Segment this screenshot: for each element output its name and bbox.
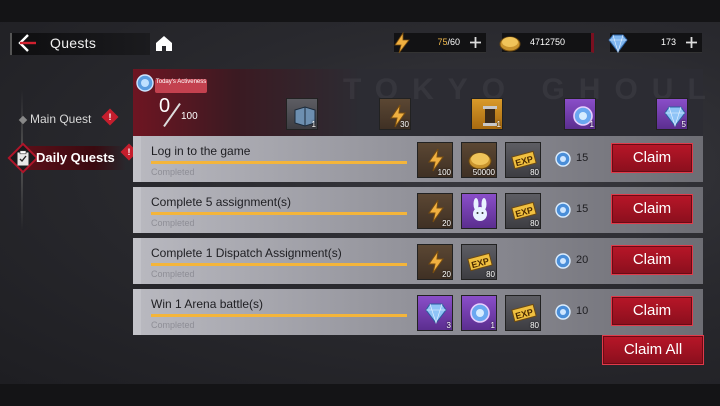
energy-current: 75 <box>437 37 448 47</box>
gem-resource: 173 <box>608 33 702 54</box>
quest-status: Completed <box>151 167 195 177</box>
claim-button[interactable]: Claim <box>611 194 693 224</box>
activeness-points: 10 <box>576 305 589 317</box>
add-gems-icon[interactable] <box>685 36 698 49</box>
sidebar-item-label: Main Quest <box>30 112 92 126</box>
quest-title: Win 1 Arena battle(s) <box>151 297 264 311</box>
sidebar-item-daily-quests[interactable]: Daily Quests ! <box>7 142 138 174</box>
quest-progress-bar <box>151 161 407 164</box>
activeness-points: 20 <box>576 254 589 266</box>
energy-max: /60 <box>447 37 460 47</box>
bottom-letterbox <box>0 384 720 406</box>
reward-item[interactable]: 50000 <box>461 142 497 178</box>
top-letterbox <box>0 0 720 22</box>
reward-item[interactable]: EXP 80 <box>505 142 541 178</box>
quest-row: Log in to the game Completed 100 50000 E… <box>133 136 703 182</box>
quest-progress-bar <box>151 314 407 317</box>
milestone-100[interactable]: 5 <box>656 98 688 130</box>
alert-badge: ! <box>101 108 119 126</box>
energy-resource: 75/60 <box>394 31 486 54</box>
lightning-icon <box>394 31 410 54</box>
milestone-40[interactable]: 30 <box>379 98 411 130</box>
milestone-60[interactable]: 1 <box>471 98 503 130</box>
activeness-points: 15 <box>576 203 589 215</box>
home-icon[interactable] <box>154 33 174 53</box>
reward-item[interactable]: 100 <box>417 142 453 178</box>
quest-row: Complete 5 assignment(s) Completed 20 EX… <box>133 187 703 233</box>
reward-item[interactable]: 20 <box>417 193 453 229</box>
reward-item[interactable]: 20 <box>417 244 453 280</box>
activeness-orb-icon <box>555 253 571 269</box>
add-energy-icon[interactable] <box>469 36 482 49</box>
activeness-label: Today's Activeness <box>155 79 207 93</box>
clipboard-icon <box>17 150 29 166</box>
reward-item[interactable]: EXP 80 <box>505 295 541 331</box>
activeness-points: 15 <box>576 152 589 164</box>
activeness-current: 0 <box>159 95 171 117</box>
quest-title: Log in to the game <box>151 144 251 158</box>
reward-item[interactable] <box>461 193 497 229</box>
reward-item[interactable]: 3 <box>417 295 453 331</box>
gold-value: 4712750 <box>529 37 565 47</box>
claim-button[interactable]: Claim <box>611 245 693 275</box>
claim-all-button[interactable]: Claim All <box>602 335 704 365</box>
quest-status: Completed <box>151 218 195 228</box>
reward-item[interactable]: EXP 80 <box>461 244 497 280</box>
claim-button[interactable]: Claim <box>611 296 693 326</box>
quest-row: Complete 1 Dispatch Assignment(s) Comple… <box>133 238 703 284</box>
quests-screen: Quests 75/60 4712750 173 Main Quest ! Da… <box>0 22 720 384</box>
quest-title: Complete 1 Dispatch Assignment(s) <box>151 246 342 260</box>
quest-progress-bar <box>151 263 407 266</box>
milestone-80[interactable]: 1 <box>564 98 596 130</box>
page-title: Quests <box>50 35 97 51</box>
quest-title: Complete 5 assignment(s) <box>151 195 292 209</box>
rabbit-icon <box>473 198 487 221</box>
activeness-orb-icon <box>555 304 571 320</box>
back-arrow-icon[interactable] <box>14 31 38 55</box>
activeness-max: 100 <box>181 111 198 122</box>
reward-item[interactable]: 1 <box>461 295 497 331</box>
gem-value: 173 <box>660 37 676 47</box>
quest-status: Completed <box>151 320 195 330</box>
gold-resource: 4712750 <box>499 33 594 53</box>
activeness-orb-icon <box>136 74 154 92</box>
reward-item[interactable]: EXP 80 <box>505 193 541 229</box>
quest-row: Win 1 Arena battle(s) Completed 3 1 EXP … <box>133 289 703 335</box>
gold-coin-icon <box>499 36 521 52</box>
milestone-20[interactable]: 1 <box>286 98 318 130</box>
diamond-icon <box>608 34 628 54</box>
sidebar-item-label: Daily Quests <box>36 150 115 165</box>
quest-status: Completed <box>151 269 195 279</box>
claim-button[interactable]: Claim <box>611 143 693 173</box>
activeness-orb-icon <box>555 151 571 167</box>
activeness-orb-icon <box>555 202 571 218</box>
activeness-counter: 0 100 <box>137 95 207 128</box>
quest-progress-bar <box>151 212 407 215</box>
